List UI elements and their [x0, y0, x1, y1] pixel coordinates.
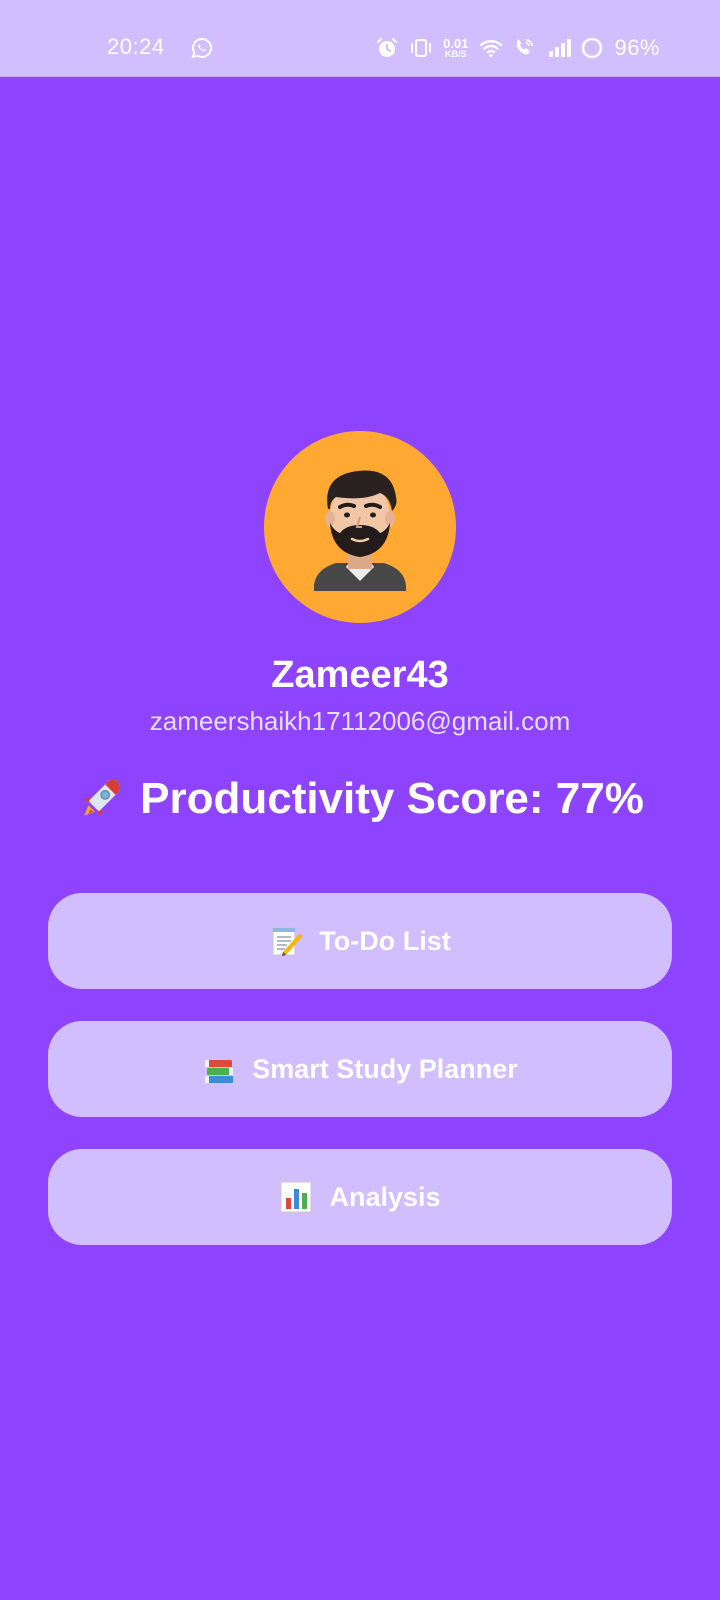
network-speed: 0.01 KB/S — [443, 37, 468, 59]
memo-icon — [272, 927, 304, 956]
todo-list-button[interactable]: To-Do List — [48, 893, 672, 989]
analysis-label: Analysis — [329, 1181, 441, 1212]
network-speed-unit: KB/S — [445, 49, 467, 59]
analysis-button[interactable]: Analysis — [48, 1149, 672, 1245]
wifi-icon — [478, 36, 503, 60]
wifi-call-icon — [512, 36, 536, 60]
battery-icon — [580, 36, 604, 60]
status-bar: 20:24 0.01 KB/S 96% — [0, 0, 720, 77]
vibrate-icon — [409, 36, 433, 60]
alarm-icon — [375, 36, 399, 60]
user-email: zameershaikh17112006@gmail.com — [149, 706, 571, 736]
todo-list-label: To-Do List — [319, 925, 451, 956]
status-time: 20:24 — [107, 34, 165, 59]
books-icon — [205, 1060, 234, 1083]
avatar-man-beard — [314, 470, 406, 591]
rocket-icon — [84, 779, 121, 816]
productivity-score-text: Productivity Score: 77% — [140, 774, 644, 823]
whatsapp-icon — [190, 36, 214, 60]
smart-study-planner-label: Smart Study Planner — [252, 1053, 518, 1084]
productivity-score: Productivity Score: 77% — [0, 774, 720, 824]
smart-study-planner-button[interactable]: Smart Study Planner — [48, 1021, 672, 1117]
battery-percent: 96% — [614, 35, 660, 60]
signal-icon — [546, 36, 572, 60]
bar-chart-icon — [280, 1181, 312, 1213]
username: Zameer43 — [271, 654, 449, 696]
status-icons: 0.01 KB/S 96% — [375, 35, 660, 61]
avatar — [264, 431, 456, 623]
